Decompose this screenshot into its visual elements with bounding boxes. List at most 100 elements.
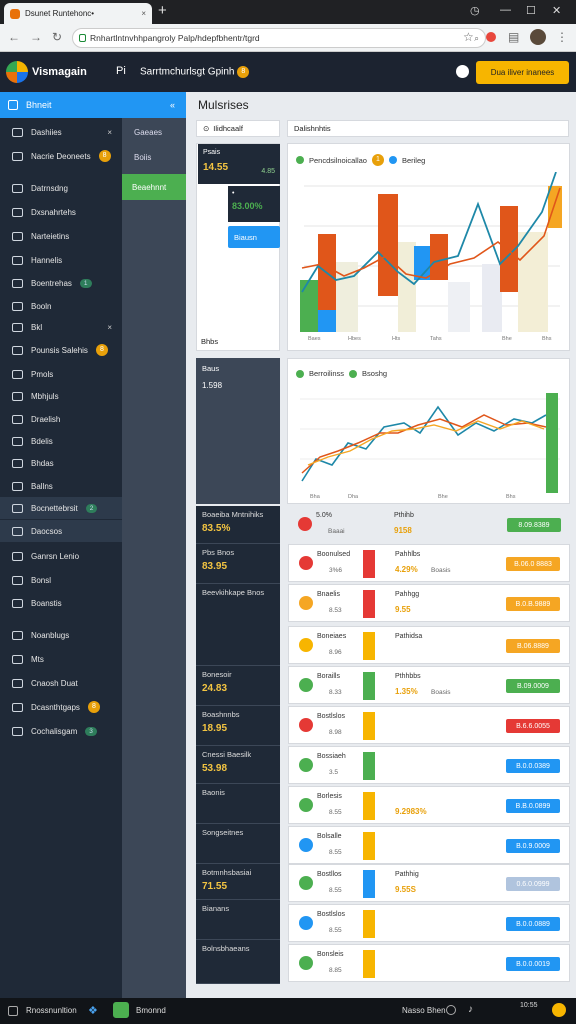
kpi-card-1[interactable]: Psais 14.55 4.85 xyxy=(198,144,280,184)
sidebar-item-8[interactable]: Booln xyxy=(0,295,122,317)
row-action-button[interactable]: 0.6.0.0999 xyxy=(506,877,560,891)
sidebar-item-4[interactable]: Dxsnahrtehs xyxy=(0,201,122,223)
sidebar-item-17[interactable]: Bocnettebrsit 2 xyxy=(0,497,122,519)
sidebar-item-19[interactable]: Ganrsn Lenio xyxy=(0,545,122,567)
url-field[interactable]: Rnhartlntnvhhpangroly Palp/hdepfbhentr/t… xyxy=(72,28,486,48)
subnav-item-2[interactable]: Boiis xyxy=(134,153,151,162)
left-stat-tile[interactable]: Boashnnbs 18.95 xyxy=(196,706,280,746)
sidebar-item-5[interactable]: Narteietins xyxy=(0,225,122,247)
sidebar-item-12[interactable]: Mbhjuls xyxy=(0,385,122,407)
sidebar-item-26[interactable]: Cochalisgam 3 xyxy=(0,720,122,742)
start-icon[interactable] xyxy=(8,1006,18,1016)
table-row[interactable]: Bostlslos 8.55 B.0.0.0889 xyxy=(288,904,570,942)
sidebar-item-24[interactable]: Cnaosh Duat xyxy=(0,672,122,694)
sidebar-item-13[interactable]: Draelish xyxy=(0,408,122,430)
history-icon[interactable]: ◷ xyxy=(470,4,480,17)
table-row[interactable]: Bossiaeh 3.5 B.0.0.0389 xyxy=(288,746,570,784)
tab-close-icon[interactable]: × xyxy=(141,9,146,18)
left-stat-tile[interactable]: Pbs Bnos 83.95 xyxy=(196,544,280,584)
subnav-item-active[interactable]: Beaehnnt xyxy=(122,174,186,200)
sidebar-item-23[interactable]: Mts xyxy=(0,648,122,670)
extension-icon[interactable] xyxy=(486,32,496,42)
sidebar-item-9[interactable]: Bkl × xyxy=(0,316,122,338)
search-filter-field[interactable]: Dalishnhtis xyxy=(287,120,569,137)
row-action-button[interactable]: B.09.0009 xyxy=(506,679,560,693)
subnav-item-1[interactable]: Gaeaes xyxy=(134,128,162,137)
row-action-button[interactable]: 8.09.8389 xyxy=(507,518,561,532)
sidebar-item-14[interactable]: Bdelis xyxy=(0,430,122,452)
stat-tile[interactable]: Baus 1.598 xyxy=(196,358,280,504)
taskbar-app-label[interactable]: Bmonnd xyxy=(136,1006,166,1015)
sidebar-item-7[interactable]: Boentrehas 1 xyxy=(0,272,122,294)
row-action-button[interactable]: B.06.0 8883 xyxy=(506,557,560,571)
row-action-button[interactable]: B.0.B.9889 xyxy=(506,597,560,611)
row-action-button[interactable]: B.0.0.0019 xyxy=(506,957,560,971)
forward-icon[interactable]: → xyxy=(30,30,42,44)
maximize-icon[interactable]: ☐ xyxy=(526,4,536,17)
sidebar-item-close-icon[interactable]: × xyxy=(107,128,112,137)
row-action-button[interactable]: B.6.6.0055 xyxy=(506,719,560,733)
profile-avatar[interactable] xyxy=(530,29,546,45)
sidebar-item-18[interactable]: Daocsos xyxy=(0,520,122,542)
table-row[interactable]: Boneiaes 8.96 Pathidsa B.06.8889 xyxy=(288,626,570,664)
left-stat-tile[interactable]: Boaeiba Mntnihiks 83.5% xyxy=(196,506,280,544)
table-row[interactable]: Boonulsed 3%6 Pahhlbs 4.29% Boasis B.06.0 888… xyxy=(288,544,570,582)
sidebar-header[interactable]: Bhneit « xyxy=(0,92,186,118)
sidebar-item-25[interactable]: Dcasnthtgaps 8 xyxy=(0,696,122,718)
row-action-button[interactable]: B.0.0.0889 xyxy=(506,917,560,931)
row-action-button[interactable]: B.06.8889 xyxy=(506,639,560,653)
kpi-card-2[interactable]: • 83.00% xyxy=(228,186,280,222)
sidebar-item-15[interactable]: Bhdas xyxy=(0,452,122,474)
table-row[interactable]: 5.0% Baaai Pthihb 9158 8.09.8389 xyxy=(288,506,570,544)
table-row[interactable]: Bolsalle 8.55 B.0.9.0009 xyxy=(288,826,570,864)
collapse-icon[interactable]: « xyxy=(170,100,175,110)
sidebar-item-2[interactable]: Nacrie Deoneets 8 xyxy=(0,145,122,167)
new-tab-button[interactable]: + xyxy=(158,2,167,19)
table-row[interactable]: Bonsleis 8.85 B.0.0.0019 xyxy=(288,944,570,982)
left-stat-tile[interactable]: Bolnsbhaeans xyxy=(196,940,280,984)
header-action-button[interactable]: Dua iliver inanees xyxy=(476,61,569,84)
sidebar-item-1[interactable]: Dashiies × xyxy=(0,121,122,143)
sidebar-item-10[interactable]: Pounsis Salehis 8 xyxy=(0,339,122,361)
sidebar-item-16[interactable]: Ballns xyxy=(0,475,122,497)
left-stat-tile[interactable]: Baonis xyxy=(196,784,280,824)
taskbar-app-green-icon[interactable] xyxy=(113,1002,129,1018)
sidebar-item-close-icon[interactable]: × xyxy=(107,323,112,332)
sidebar-item-20[interactable]: Bonsl xyxy=(0,569,122,591)
row-action-button[interactable]: B.0.9.0009 xyxy=(506,839,560,853)
row-action-button[interactable]: B.0.0.0389 xyxy=(506,759,560,773)
left-stat-tile[interactable]: Songseitnes xyxy=(196,824,280,864)
table-row[interactable]: Bostlslos 8.98 B.6.6.0055 xyxy=(288,706,570,744)
sidebar-item-21[interactable]: Boanstis xyxy=(0,592,122,614)
left-stat-tile[interactable]: Bonesoir 24.83 xyxy=(196,666,280,706)
table-row[interactable]: Boraills 8.33 Pthhbbs 1.35% Boasis B.09.0009 xyxy=(288,666,570,704)
sidebar-item-3[interactable]: Datrnsdng xyxy=(0,177,122,199)
table-row[interactable]: Borlesis 8.55 9.2983% B.B.0.0899 xyxy=(288,786,570,824)
table-row[interactable]: Bnaelis 8.53 Pahhgg 9.55 B.0.B.9889 xyxy=(288,584,570,622)
left-stat-tile[interactable]: Beevkihkape Bnos xyxy=(196,584,280,666)
browser-tab[interactable]: Dsunet Runtehonc• × xyxy=(4,3,152,24)
taskbar-app-icon[interactable]: ❖ xyxy=(88,1004,98,1017)
reload-icon[interactable]: ↻ xyxy=(52,30,62,44)
table-row[interactable]: Bostllos 8.55 Pathhig 9.55S 0.6.0.0999 xyxy=(288,864,570,902)
star-icon[interactable]: ☆ xyxy=(463,30,474,44)
network-icon[interactable] xyxy=(446,1005,456,1015)
taskbar-left-text[interactable]: Rnossnunltion xyxy=(26,1006,77,1015)
back-icon[interactable]: ← xyxy=(8,30,20,44)
header-left-icon[interactable]: Pi xyxy=(116,65,126,77)
notification-icon[interactable] xyxy=(456,65,469,78)
extension-puzzle-icon[interactable]: ▤ xyxy=(508,30,519,44)
sidebar-item-11[interactable]: Pmols xyxy=(0,363,122,385)
window-close-icon[interactable]: ✕ xyxy=(552,4,561,17)
sidebar-item-22[interactable]: Noanblugs xyxy=(0,624,122,646)
sound-icon[interactable]: ♪ xyxy=(468,1004,473,1015)
kpi-card-3-button[interactable]: Biausn xyxy=(228,226,280,248)
left-stat-tile[interactable]: Bianans xyxy=(196,900,280,940)
notification-center-icon[interactable] xyxy=(552,1003,566,1017)
menu-icon[interactable]: ⋮ xyxy=(556,30,568,44)
filter-dropdown[interactable]: ⊙ Ilidhcaalf xyxy=(196,120,280,137)
sidebar-item-6[interactable]: Hannelis xyxy=(0,249,122,271)
search-icon[interactable]: ⌕ xyxy=(474,33,479,44)
row-action-button[interactable]: B.B.0.0899 xyxy=(506,799,560,813)
minimize-icon[interactable]: — xyxy=(500,4,511,16)
